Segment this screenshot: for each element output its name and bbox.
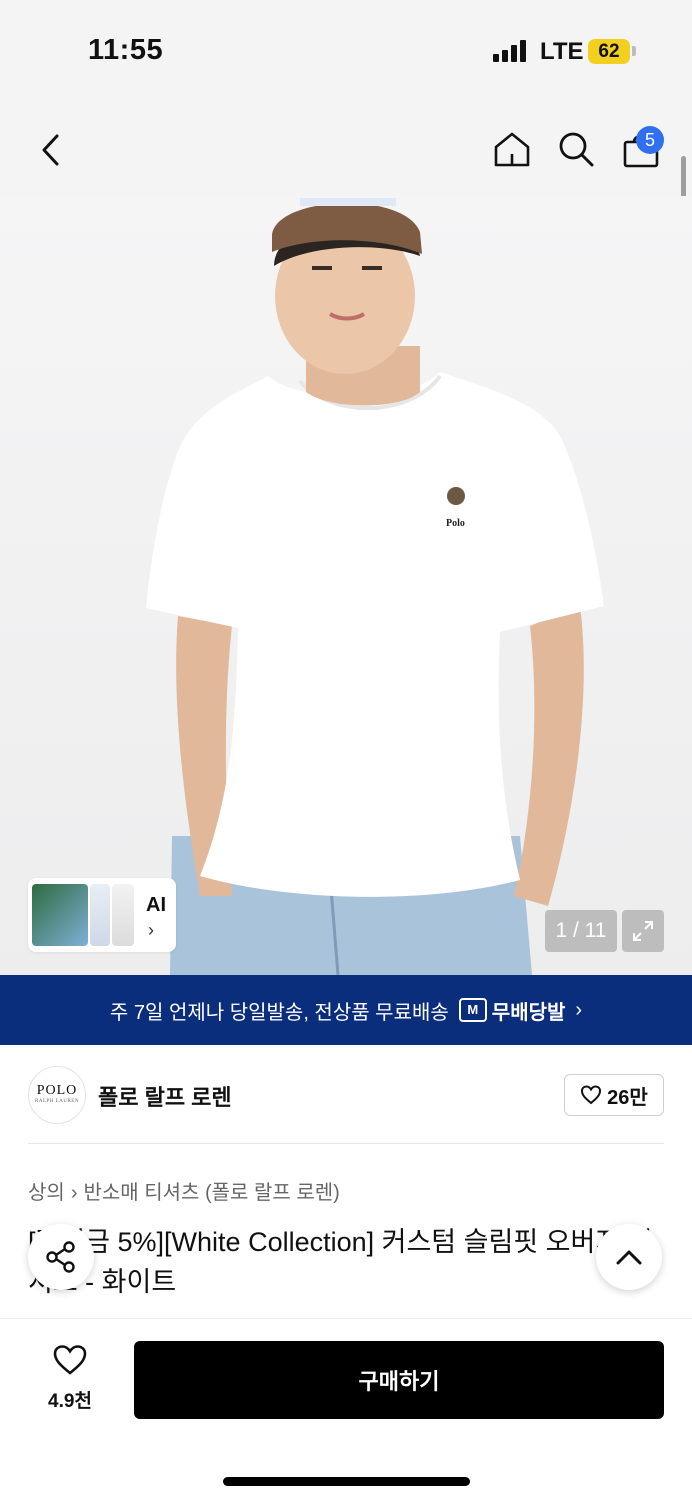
signal-icon — [493, 40, 527, 62]
chevron-right-icon: › — [70, 1182, 78, 1204]
brand-name[interactable]: 폴로 랄프 로렌 — [98, 1080, 232, 1112]
brand-logo[interactable]: POLO RALPH LAUREN — [28, 1066, 86, 1124]
svg-text:Polo: Polo — [446, 518, 465, 529]
network-label: LTE — [540, 38, 584, 65]
wishlist-count: 4.9천 — [48, 1391, 92, 1412]
back-button[interactable] — [30, 128, 70, 172]
thumbnail-image — [90, 884, 110, 946]
image-pager: 1 / 11 — [545, 910, 617, 952]
breadcrumb-category[interactable]: 상의 — [28, 1182, 65, 1204]
cart-count-badge: 5 — [636, 126, 664, 154]
brand-row[interactable]: POLO RALPH LAUREN 폴로 랄프 로렌 26만 — [28, 1066, 664, 1124]
status-time: 11:55 — [88, 34, 164, 66]
chevron-up-icon — [616, 1250, 642, 1265]
search-button[interactable] — [554, 126, 598, 172]
banner-text: 주 7일 언제나 당일발송, 전상품 무료배송 — [109, 1001, 449, 1024]
product-title: [적립금 5%][White Collection] 커스텀 슬림핏 오버지 티… — [28, 1227, 653, 1297]
expand-icon — [633, 921, 653, 941]
expand-button[interactable] — [622, 910, 664, 952]
truck-icon: M — [458, 998, 487, 1022]
heart-icon — [53, 1345, 87, 1375]
brand-like-count: 26만 — [607, 1086, 648, 1109]
battery-icon: 62 — [588, 39, 630, 64]
home-button[interactable] — [490, 126, 534, 172]
service-name: 무배당발 — [491, 1001, 566, 1024]
chevron-right-icon: › — [575, 998, 583, 1021]
heart-icon — [581, 1085, 602, 1105]
share-button[interactable] — [28, 1224, 94, 1290]
delivery-banner[interactable]: 주 7일 언제나 당일발송, 전상품 무료배송 M 무배당발 › — [0, 975, 692, 1045]
thumbnail-image — [112, 884, 134, 946]
chevron-right-icon[interactable]: › — [148, 920, 154, 941]
service-logo: M 무배당발 — [458, 996, 566, 1025]
product-image[interactable]: Polo — [0, 196, 692, 975]
chevron-left-icon — [42, 134, 59, 166]
share-icon — [46, 1241, 75, 1273]
thumbnail-image — [32, 884, 88, 946]
ai-label[interactable]: AI — [146, 894, 166, 917]
home-indicator[interactable] — [223, 1477, 470, 1486]
home-icon — [494, 132, 530, 167]
brand-like-button[interactable]: 26만 — [564, 1074, 664, 1116]
buy-button[interactable]: 구매하기 — [134, 1341, 664, 1419]
battery-tip — [632, 46, 636, 56]
scroll-to-top-button[interactable] — [596, 1224, 662, 1290]
search-icon — [559, 132, 594, 167]
model-illustration: Polo — [146, 198, 604, 975]
breadcrumb-subcategory[interactable]: 반소매 티셔츠 (폴로 랄프 로렌) — [83, 1182, 339, 1204]
divider — [28, 1143, 664, 1144]
breadcrumb: 상의 › 반소매 티셔츠 (폴로 랄프 로렌) — [28, 1176, 340, 1205]
